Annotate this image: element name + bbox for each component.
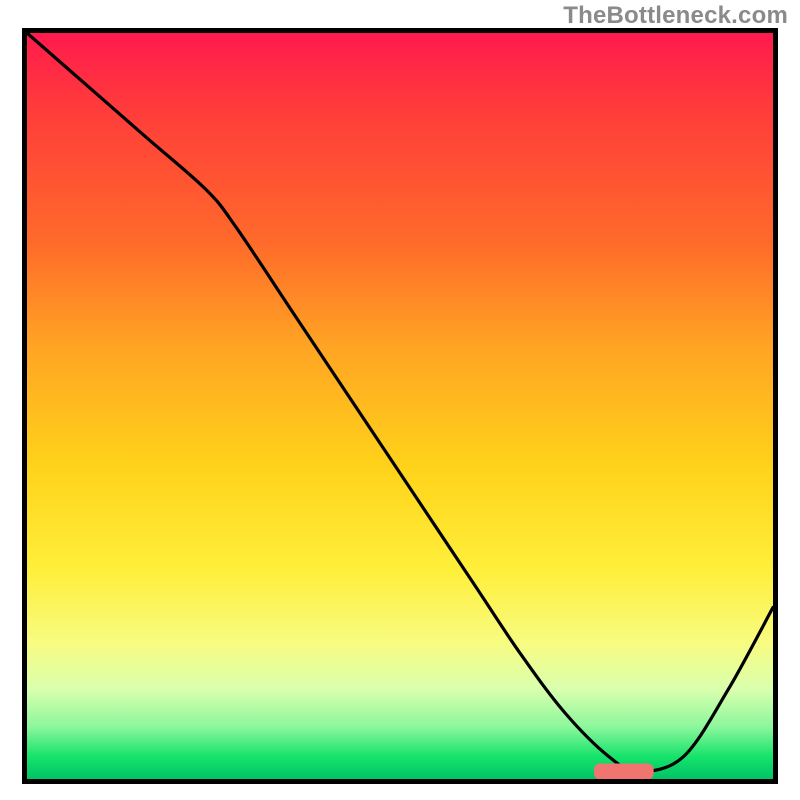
optimum-marker [594, 764, 654, 779]
curve-layer [27, 33, 773, 779]
plot-area [22, 28, 778, 784]
watermark-text: TheBottleneck.com [563, 2, 788, 30]
bottleneck-curve-path [27, 33, 773, 772]
chart-frame: TheBottleneck.com [0, 0, 800, 800]
